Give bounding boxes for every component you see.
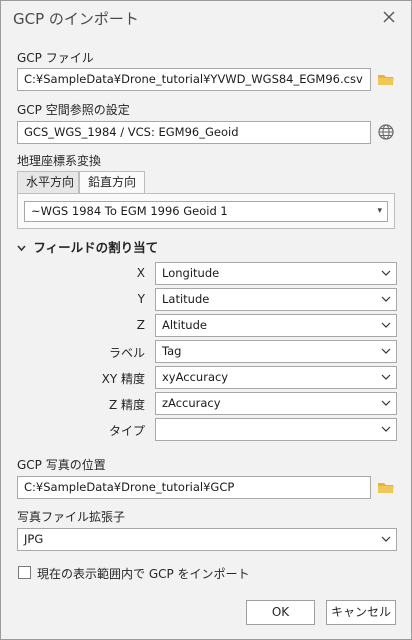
gcp-file-input[interactable]: C:¥SampleData¥Drone_tutorial¥YVWD_WGS84_… [17,68,371,91]
chevron-down-icon [380,289,392,310]
map-select-type[interactable] [155,418,397,441]
photo-ext-select[interactable]: JPG [17,528,397,551]
map-value-x: Longitude [162,266,220,280]
chevron-down-icon [380,393,392,414]
chevron-down-icon [380,367,392,388]
gcp-file-label: GCP ファイル [17,51,94,65]
map-select-z-accuracy[interactable]: zAccuracy [155,392,397,415]
map-select-xy-accuracy[interactable]: xyAccuracy [155,366,397,389]
dropdown-arrow-icon: ▾ [377,206,382,216]
extent-checkbox[interactable] [18,566,31,579]
photo-ext-value: JPG [24,532,44,546]
map-label-x: X [136,266,145,280]
photo-location-label: GCP 写真の位置 [17,458,106,472]
chevron-down-icon [380,529,392,550]
chevron-down-icon [380,419,392,440]
extent-checkbox-label: 現在の表示範囲内で GCP をインポート [37,567,250,581]
chevron-down-icon [380,263,392,284]
field-mapping-heading: フィールドの割り当て [33,240,159,255]
map-label-tag: ラベル [108,346,145,360]
tab-vertical[interactable]: 鉛直方向 [79,171,145,194]
chevron-down-icon [380,315,392,336]
ok-button[interactable]: OK [246,600,315,625]
map-label-z: Z [136,318,145,332]
tab-horizontal[interactable]: 水平方向 [17,171,79,193]
transform-label: 地理座標系変換 [17,154,102,168]
close-icon[interactable] [379,7,399,27]
map-select-y[interactable]: Latitude [155,288,397,311]
import-gcp-dialog: GCP のインポート GCP ファイル C:¥SampleData¥Drone_… [0,0,412,640]
folder-icon[interactable] [376,478,396,498]
transform-select-value: ~WGS 1984 To EGM 1996 Geoid 1 [31,204,228,218]
cancel-button[interactable]: キャンセル [326,600,396,625]
photo-ext-label: 写真ファイル拡張子 [17,510,126,524]
field-mapping-header[interactable]: フィールドの割り当て [17,237,158,256]
map-value-z-accuracy: zAccuracy [162,396,221,410]
map-value-y: Latitude [162,292,210,306]
chevron-down-icon [17,240,29,255]
map-label-xy-accuracy: XY 精度 [101,372,145,386]
dialog-title: GCP のインポート [13,10,139,28]
transform-tab-panel: ~WGS 1984 To EGM 1996 Geoid 1 ▾ [17,193,395,229]
globe-icon[interactable] [376,122,396,142]
map-select-x[interactable]: Longitude [155,262,397,285]
transform-select[interactable]: ~WGS 1984 To EGM 1996 Geoid 1 ▾ [24,201,388,222]
photo-location-input[interactable]: C:¥SampleData¥Drone_tutorial¥GCP [17,476,371,499]
map-select-z[interactable]: Altitude [155,314,397,337]
spatial-ref-label: GCP 空間参照の設定 [17,103,130,117]
spatial-ref-input[interactable]: GCS_WGS_1984 / VCS: EGM96_Geoid [17,121,371,144]
chevron-down-icon [380,341,392,362]
map-select-tag[interactable]: Tag [155,340,397,363]
map-value-xy-accuracy: xyAccuracy [162,370,229,384]
map-value-z: Altitude [162,318,207,332]
map-value-tag: Tag [162,344,182,358]
map-label-type: タイプ [108,424,145,438]
folder-icon[interactable] [376,70,396,90]
map-label-z-accuracy: Z 精度 [108,398,145,412]
map-label-y: Y [137,292,145,306]
